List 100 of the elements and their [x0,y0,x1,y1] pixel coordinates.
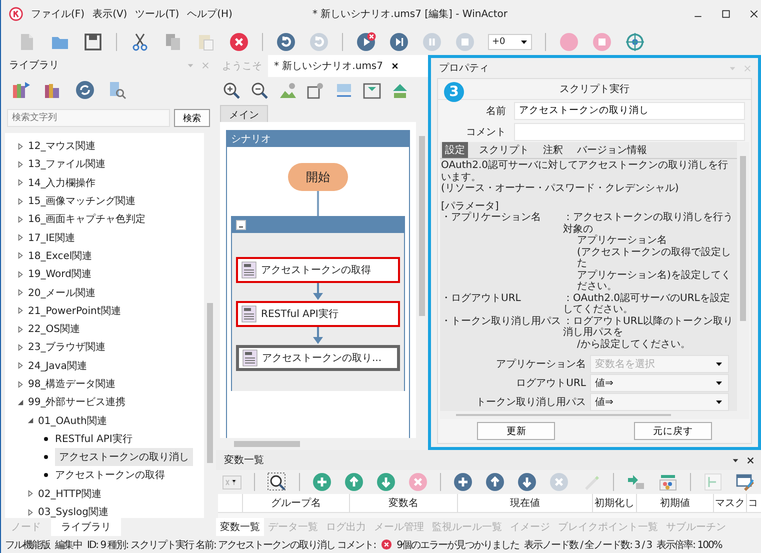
expander-icon[interactable] [17,198,24,205]
collapse-icon[interactable] [236,220,246,230]
script-node[interactable]: RESTful API実行 [236,301,400,327]
target-icon[interactable] [625,32,645,52]
tree-item[interactable]: RESTful API実行 [5,430,204,448]
expander-icon[interactable] [17,307,24,314]
tree-item[interactable]: 22_OS関連 [5,320,204,338]
expander-icon[interactable] [17,234,24,242]
search-field[interactable]: 検索文字列 [7,109,170,127]
dialog-button[interactable]: 元に戻す [634,422,712,440]
books-icon[interactable] [11,80,31,100]
document-tab[interactable]: * 新しいシナリオ.ums7 [268,55,428,77]
plus-icon[interactable] [453,472,473,492]
refresh-icon[interactable] [75,80,95,100]
expander-icon[interactable] [17,289,24,296]
tree-item[interactable]: 13_ファイル関連 [5,155,204,174]
dialog-button[interactable]: 更新 [477,422,556,440]
expander-icon[interactable] [17,380,24,388]
start-node[interactable]: 開始 [288,163,348,191]
tree-item[interactable]: 19_Word関連 [5,265,204,284]
caret-icon[interactable] [520,38,528,46]
column-header[interactable]: 初期化し [593,494,637,512]
settings-tab[interactable]: スクリプト [476,142,532,158]
expander-icon[interactable] [27,508,34,516]
tree-item[interactable]: 01_OAuth関連 [5,411,204,430]
comment-field[interactable] [514,122,745,140]
caret-icon[interactable] [715,378,723,386]
tree-item[interactable]: 12_マウス関連 [5,137,204,156]
document-search-icon[interactable] [107,80,127,100]
expander-icon[interactable] [17,270,24,278]
menu-item[interactable]: 表示(V) [92,7,128,21]
expander-icon[interactable] [17,179,24,186]
tree-item[interactable]: 98_構造データ関連 [5,374,204,394]
search-icon[interactable] [267,472,287,492]
cut-icon[interactable] [130,32,150,52]
column-header[interactable]: グループ名 [243,494,350,512]
download-window-icon[interactable] [362,81,382,101]
name-field[interactable]: アクセストークンの取り消し [514,102,745,120]
expander-icon[interactable] [27,417,34,424]
close-icon[interactable] [746,456,755,464]
expander-icon[interactable] [17,142,24,150]
sheet-tab[interactable]: メイン [220,105,268,122]
caret-icon[interactable] [715,360,723,368]
plus-icon[interactable] [312,472,332,492]
expander-icon[interactable] [17,344,24,351]
expander-icon[interactable] [17,252,24,260]
tree-item[interactable]: 18_Excel関連 [5,246,204,266]
settings-tab[interactable]: バージョン情報 [574,142,650,158]
column-header[interactable]: 初期値 [637,494,714,512]
close-icon[interactable] [749,9,759,19]
caret-icon[interactable] [715,398,723,406]
edit-window-icon[interactable] [735,472,755,492]
scrollbar[interactable] [737,142,749,411]
zoom-in-icon[interactable] [222,81,242,101]
image-settings-icon[interactable] [278,81,298,101]
maximize-icon[interactable] [721,9,731,19]
palette-icon[interactable] [658,472,678,492]
step-icon[interactable] [389,32,409,52]
tree-item[interactable]: 21_PowerPoint関連 [5,302,204,320]
expander-icon[interactable] [27,490,34,498]
column-header[interactable]: コ [747,494,759,512]
x-circle-icon[interactable] [229,32,249,52]
menu-item[interactable]: ツール(T) [135,7,180,21]
expander-icon[interactable] [17,326,24,333]
menu-item[interactable]: ファイル(F) [31,7,85,21]
play-icon[interactable] [356,32,376,52]
tree-item[interactable]: アクセストークンの取得 [5,466,204,485]
save-icon[interactable] [83,32,103,52]
value-dropdown[interactable]: 値⇒ [590,392,729,410]
expander-icon[interactable] [17,362,24,370]
tree-item[interactable]: 16_画面キャプチャ色判定 [5,210,204,228]
tree-item[interactable]: 02_HTTP関連 [5,484,204,503]
expander-icon[interactable] [17,398,24,406]
tree-item[interactable]: 15_画像マッチング関連 [5,192,204,210]
tree-item[interactable]: 17_IE関連 [5,228,204,247]
value-dropdown[interactable]: 値⇒ [590,374,729,392]
column-header[interactable]: 現在値 [458,494,593,512]
menu-item[interactable]: ヘルプ(H) [187,7,232,21]
settings-tab[interactable]: 設定 [442,142,468,158]
zoom-out-icon[interactable] [250,81,270,101]
import-icon[interactable] [626,472,646,492]
script-node[interactable]: アクセストークンの取得 [236,257,400,283]
tree-item[interactable]: 14_入力欄操作 [5,174,204,192]
settings-tab[interactable]: 注釈 [540,142,566,158]
expander-icon[interactable] [17,216,24,223]
tree-item[interactable]: 24_Java関連 [5,356,204,375]
column-header[interactable]: 変数名 [350,494,458,512]
search-button[interactable]: 検索 [174,109,210,127]
tree-item[interactable]: 20_メール関連 [5,283,204,302]
close-icon[interactable] [391,62,400,70]
panel-tab[interactable]: 変数一覧 [216,518,264,536]
speed-dropdown[interactable]: +0 [488,34,532,50]
tree-item[interactable]: 99_外部サービス連携 [5,393,204,412]
panel-tab[interactable]: ライブラリ [51,518,121,536]
error-count[interactable]: 9個のエラーが見つかりました [396,538,519,552]
expander-icon[interactable] [17,160,24,168]
column-header[interactable]: マスク [714,494,747,512]
tree-item[interactable]: 23_ブラウザ関連 [5,338,204,357]
window-settings-icon[interactable] [306,81,326,101]
undo-icon[interactable] [276,32,296,52]
